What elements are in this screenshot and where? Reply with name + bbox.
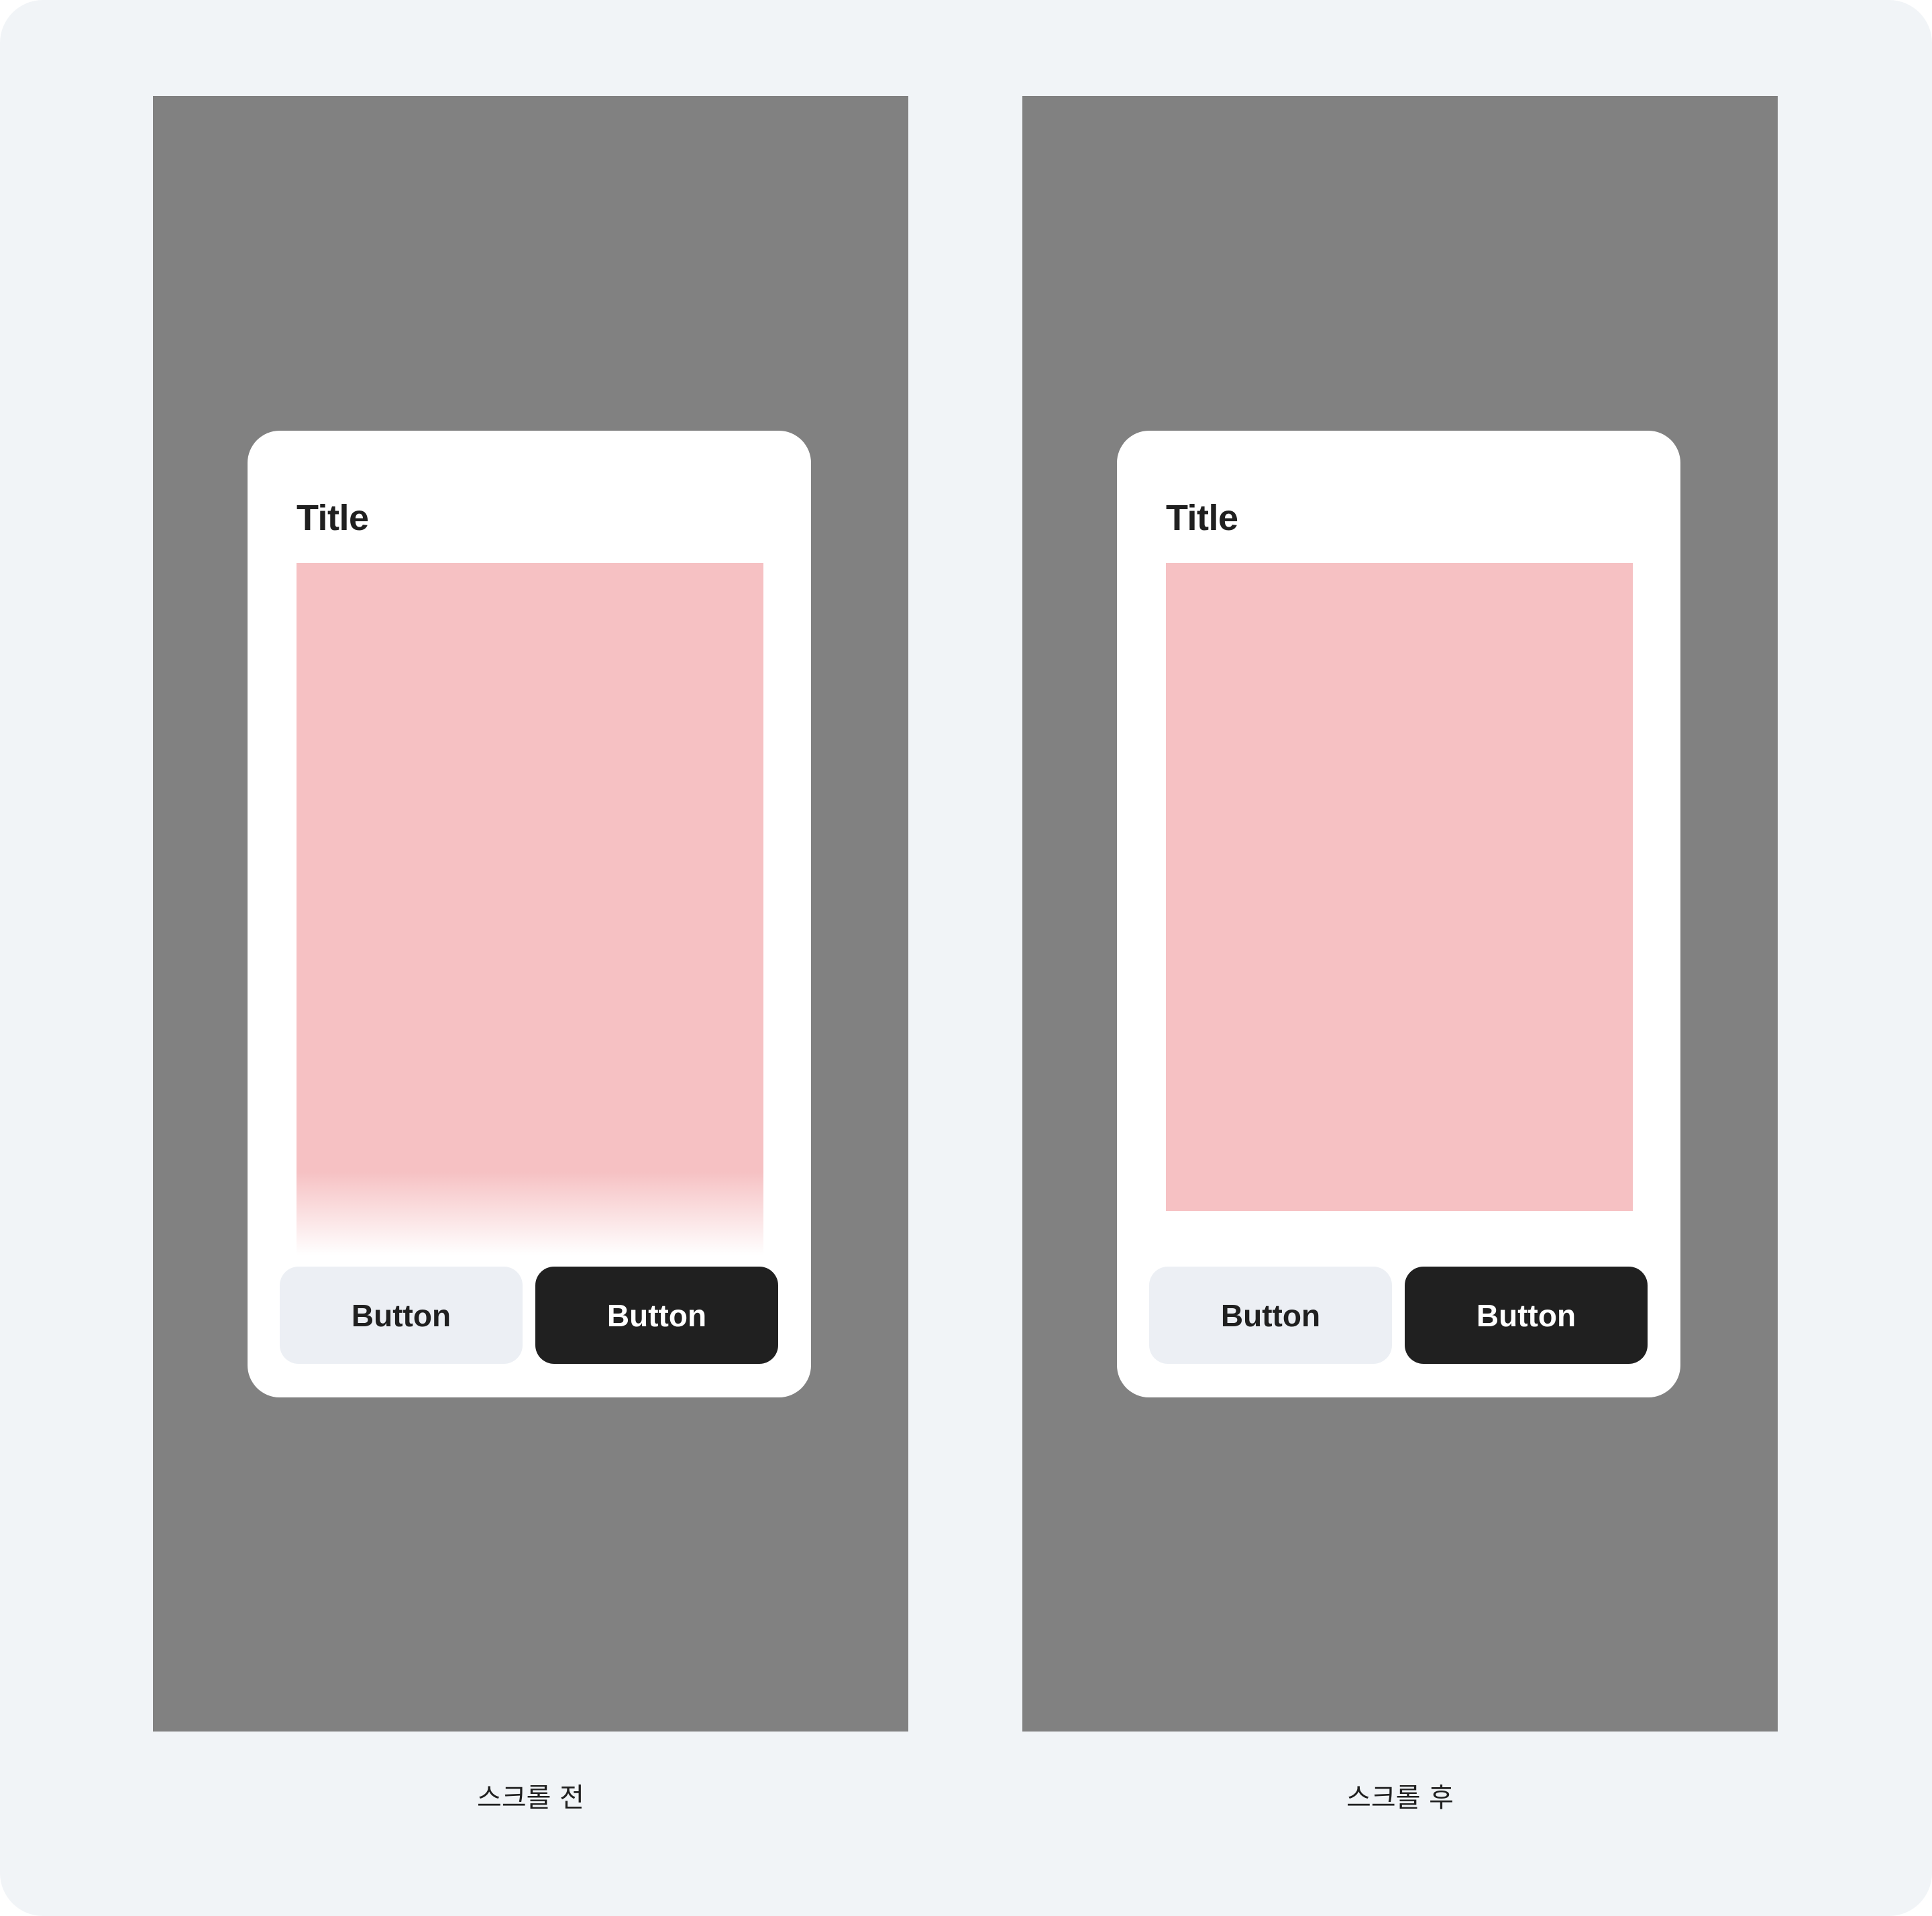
primary-button[interactable]: Button (535, 1267, 778, 1364)
secondary-button[interactable]: Button (280, 1267, 523, 1364)
scrollable-content[interactable] (1166, 563, 1633, 1211)
screen-before-scroll: Title Button Button (153, 96, 908, 1732)
caption-before-scroll: 스크롤 전 (477, 1782, 584, 1813)
bottom-sheet-dialog: Title Button Button (1117, 431, 1680, 1397)
scrollable-content-with-fade[interactable] (297, 563, 763, 1255)
primary-button[interactable]: Button (1405, 1267, 1648, 1364)
comparison-canvas: Title Button Button 스크롤 전 Title Button B… (0, 0, 1932, 1916)
secondary-button[interactable]: Button (1149, 1267, 1392, 1364)
dialog-title: Title (1166, 498, 1238, 538)
bottom-sheet-dialog: Title Button Button (248, 431, 811, 1397)
screen-after-scroll: Title Button Button (1022, 96, 1778, 1732)
dialog-title: Title (297, 498, 369, 538)
caption-after-scroll: 스크롤 후 (1346, 1782, 1454, 1813)
